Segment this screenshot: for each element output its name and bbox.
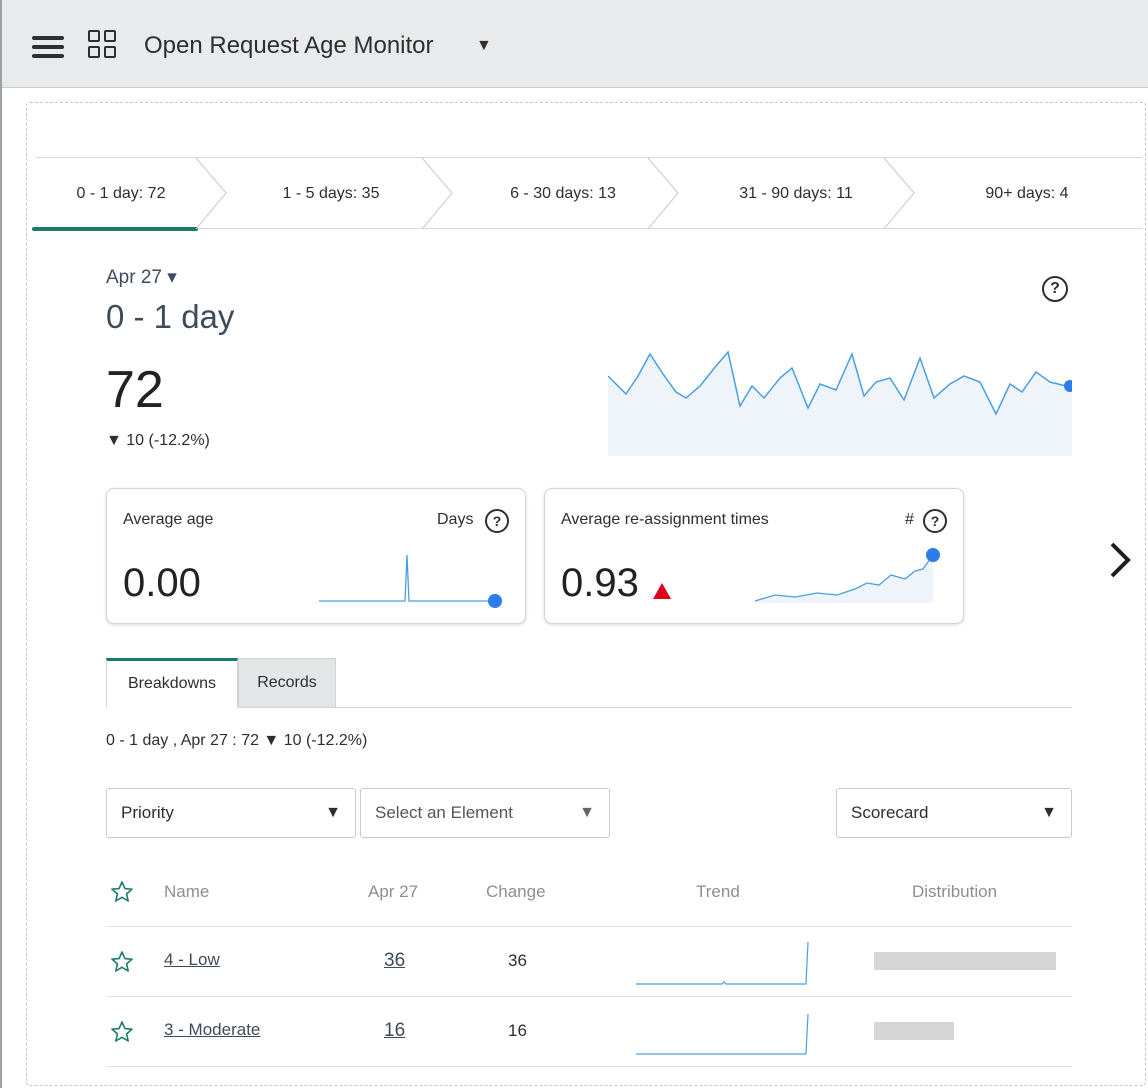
help-icon[interactable]: ? [923, 509, 947, 533]
average-age-sparkline [319, 554, 502, 608]
star-icon[interactable] [110, 1020, 134, 1044]
app-frame: Open Request Age Monitor ▼ 0 - 1 day: 72… [0, 0, 1148, 1088]
row-name-link[interactable]: 4 - Low [164, 950, 220, 970]
column-header-name[interactable]: Name [164, 882, 209, 902]
average-age-card[interactable]: Average age Days ? 0.00 [106, 488, 526, 624]
chevron-separator [195, 158, 227, 229]
element-select-placeholder: Select an Element [375, 803, 513, 822]
sparkline-area [608, 352, 1072, 456]
range-title: 0 - 1 day [106, 298, 235, 335]
column-header-date[interactable]: Apr 27 [368, 882, 418, 902]
date-selector[interactable]: Apr 27 ▾ [106, 266, 177, 289]
row-name-link[interactable]: 3 - Moderate [164, 1020, 260, 1040]
distribution-bar [874, 1022, 954, 1040]
average-reassignment-card[interactable]: Average re-assignment times # ? 0.93 [544, 488, 964, 624]
dashboard-title[interactable]: Open Request Age Monitor [144, 32, 434, 60]
bucket-tab-90-plus-days[interactable]: 90+ days: 4 [912, 158, 1142, 229]
tab-breakdowns[interactable]: Breakdowns [106, 658, 238, 708]
up-trend-icon [653, 583, 671, 599]
chevron-right-icon[interactable] [1106, 540, 1134, 580]
view-select[interactable]: Scorecard ▼ [836, 788, 1072, 838]
breakdown-select[interactable]: Priority ▼ [106, 788, 356, 838]
help-icon[interactable]: ? [1042, 276, 1068, 302]
star-icon[interactable] [110, 950, 134, 974]
row-value-link[interactable]: 16 [384, 1020, 405, 1042]
row-trend-sparkline [636, 1013, 809, 1055]
bucket-tab-1-5-days[interactable]: 1 - 5 days: 35 [226, 158, 436, 229]
distribution-bar [874, 952, 1056, 970]
column-header-trend: Trend [696, 882, 740, 901]
row-trend-sparkline [636, 941, 809, 985]
help-icon[interactable]: ? [485, 509, 509, 533]
dashboard-grid-icon[interactable] [88, 30, 120, 62]
breakdown-summary: 0 - 1 day , Apr 27 : 72 ▼ 10 (-12.2%) [106, 732, 368, 749]
chevron-separator [883, 158, 915, 229]
card-unit: Days [437, 511, 474, 528]
tab-records[interactable]: Records [238, 658, 336, 708]
chevron-down-icon: ▼ [579, 804, 595, 821]
chevron-down-icon: ▼ [1041, 804, 1057, 821]
age-bucket-tabs: 0 - 1 day: 72 1 - 5 days: 35 6 - 30 days… [32, 157, 1142, 231]
row-value-link[interactable]: 36 [384, 950, 405, 972]
date-label: Apr 27 [106, 267, 162, 288]
column-header-distribution: Distribution [912, 882, 998, 901]
card-value: 0.00 [123, 561, 201, 605]
bucket-tab-6-30-days[interactable]: 6 - 30 days: 13 [448, 158, 678, 229]
row-divider [106, 1066, 1072, 1067]
card-title: Average age [123, 511, 214, 528]
bucket-tab-0-1-day[interactable]: 0 - 1 day: 72 [32, 158, 206, 231]
menu-icon[interactable] [32, 36, 64, 60]
reassignment-sparkline [755, 548, 940, 603]
card-value: 0.93 [561, 561, 639, 605]
column-header-change[interactable]: Change [486, 882, 546, 902]
row-divider [106, 996, 1072, 997]
chevron-down-icon: ▼ [325, 804, 341, 821]
card-unit: # [905, 511, 914, 528]
row-change: 16 [508, 1021, 527, 1040]
dashboard-title-dropdown-icon[interactable]: ▼ [476, 37, 492, 55]
caret-down-icon: ▾ [167, 267, 177, 288]
view-select-value: Scorecard [851, 803, 929, 822]
score-value: 72 [106, 361, 164, 419]
card-title: Average re-assignment times [561, 511, 769, 528]
score-trend-sparkline [608, 350, 1072, 456]
chevron-separator [647, 158, 679, 229]
breakdown-tabs: Breakdowns Records [106, 658, 1072, 708]
element-select[interactable]: Select an Element ▼ [360, 788, 610, 838]
breakdown-select-value: Priority [121, 803, 174, 822]
score-delta: ▼ 10 (-12.2%) [106, 432, 210, 449]
bucket-tab-31-90-days[interactable]: 31 - 90 days: 11 [676, 158, 916, 229]
row-change: 36 [508, 951, 527, 970]
top-bar: Open Request Age Monitor ▼ [2, 0, 1148, 88]
row-divider [106, 926, 1072, 927]
star-icon[interactable] [110, 880, 134, 904]
